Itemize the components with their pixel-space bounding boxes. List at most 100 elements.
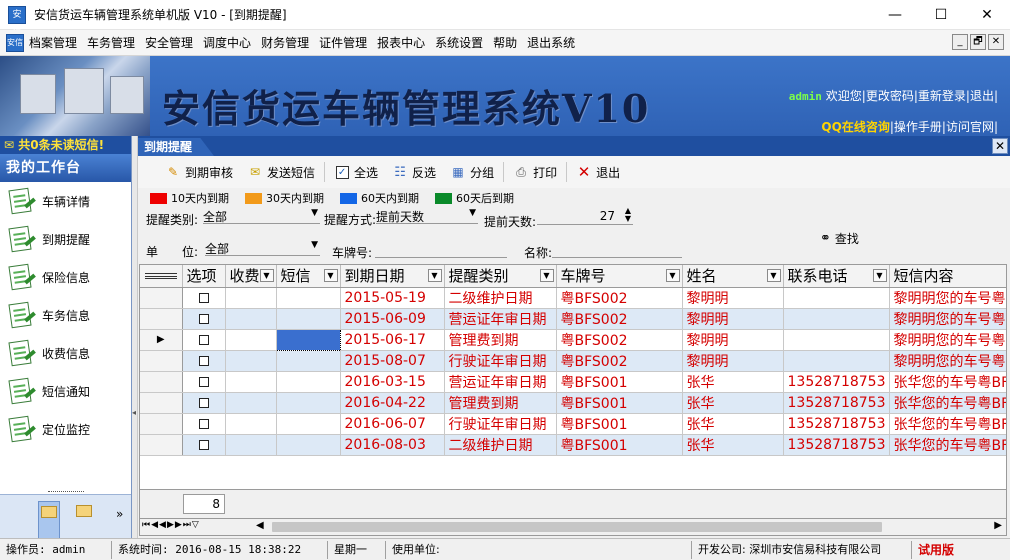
fee-cell[interactable] (225, 392, 277, 414)
plate-cell[interactable]: 粤BFS002 (556, 350, 683, 372)
filter-dropdown-icon[interactable]: ▼ (539, 269, 554, 282)
horizontal-scrollbar[interactable]: ◀ ▶ (256, 520, 1002, 534)
send-sms-button[interactable]: ✉ 发送短信 (240, 160, 322, 184)
sms-content-cell[interactable]: 黎明明您的车号粤 (889, 329, 1006, 351)
qq-consult-link[interactable]: QQ在线咨询 (821, 120, 889, 134)
record-navigation-buttons[interactable]: ⏮◀◀▶▶⏭▽ (142, 520, 200, 530)
mdi-restore-button[interactable]: 🗗 (970, 34, 986, 50)
reminder-type-cell[interactable]: 行驶证年审日期 (444, 413, 557, 435)
sms-content-cell[interactable]: 黎明明您的车号粤 (889, 287, 1006, 309)
collapse-arrow-icon[interactable]: ◂ (132, 408, 136, 417)
close-button[interactable]: ✕ (964, 0, 1010, 30)
nav-vehicle-affairs[interactable]: 车务信息 (0, 296, 131, 334)
filter-dropdown-icon[interactable]: ▼ (766, 269, 781, 282)
sms-content-cell[interactable]: 黎明明您的车号粤 (889, 308, 1006, 330)
phone-cell[interactable] (783, 287, 890, 309)
row-indicator[interactable] (140, 371, 183, 393)
column-header-phone[interactable]: 联系电话 ▼ (783, 265, 890, 288)
exit-button[interactable]: ✕ 退出 (569, 160, 627, 184)
menu-vehicle-affairs[interactable]: 车务管理 (82, 34, 140, 51)
plate-cell[interactable]: 粤BFS001 (556, 371, 683, 393)
sms-cell[interactable] (276, 371, 341, 393)
option-cell[interactable] (182, 392, 226, 414)
menu-help[interactable]: 帮助 (488, 34, 522, 51)
option-cell[interactable] (182, 371, 226, 393)
expiry-date-cell[interactable]: 2016-04-22 (340, 392, 445, 414)
sms-cell[interactable] (276, 392, 341, 414)
plate-cell[interactable]: 粤BFS002 (556, 308, 683, 330)
phone-cell[interactable]: 13528718753 (783, 371, 890, 393)
sms-cell[interactable] (276, 413, 341, 435)
column-header-reminder-type[interactable]: 提醒类别 ▼ (444, 265, 557, 288)
table-row[interactable]: 2016-06-07 行驶证年审日期 粤BFS001 张华 13528718753 张华您… (140, 413, 1006, 435)
minimize-button[interactable]: — (872, 0, 918, 30)
filter-dropdown-icon[interactable]: ▼ (323, 269, 338, 282)
name-cell[interactable]: 张华 (682, 413, 784, 435)
option-cell[interactable] (182, 287, 226, 309)
expiry-date-cell[interactable]: 2016-06-07 (340, 413, 445, 435)
plate-input[interactable] (375, 242, 507, 258)
unit-select[interactable]: 全部 ▼ (205, 240, 320, 256)
reminder-type-cell[interactable]: 营运证年审日期 (444, 308, 557, 330)
row-indicator[interactable]: ▶ (140, 329, 183, 351)
scroll-thumb[interactable] (272, 522, 882, 532)
row-indicator[interactable] (140, 434, 183, 456)
fee-cell[interactable] (225, 434, 277, 456)
reminder-type-select[interactable]: 全部 ▼ (203, 208, 320, 224)
table-row[interactable]: 2015-08-07 行驶证年审日期 粤BFS002 黎明明 黎明明您的车号粤 (140, 350, 1006, 372)
nav-insurance[interactable]: 保险信息 (0, 258, 131, 296)
plate-cell[interactable]: 粤BFS001 (556, 413, 683, 435)
sms-content-cell[interactable]: 张华您的车号粤BF (889, 392, 1006, 414)
name-input[interactable] (552, 242, 682, 258)
expiry-date-cell[interactable]: 2015-08-07 (340, 350, 445, 372)
sms-content-cell[interactable]: 张华您的车号粤BF (889, 371, 1006, 393)
filter-dropdown-icon[interactable]: ▼ (872, 269, 887, 282)
sms-cell[interactable] (276, 434, 341, 456)
column-header-fee[interactable]: 收费 ▼ (225, 265, 277, 288)
phone-cell[interactable]: 13528718753 (783, 434, 890, 456)
reminder-mode-select[interactable]: 提前天数 ▼ (376, 208, 478, 224)
row-indicator[interactable] (140, 350, 183, 372)
scroll-right-icon[interactable]: ▶ (994, 520, 1002, 531)
row-indicator[interactable] (140, 308, 183, 330)
search-button[interactable]: ⚭ 查找 (820, 230, 859, 247)
fee-cell[interactable] (225, 413, 277, 435)
row-checkbox[interactable] (198, 397, 209, 408)
table-row[interactable]: 2016-04-22 管理费到期 粤BFS001 张华 13528718753 张华您的车… (140, 392, 1006, 414)
row-indicator[interactable] (140, 392, 183, 414)
tab-close-button[interactable]: ✕ (992, 138, 1008, 154)
expiry-date-cell[interactable]: 2015-06-09 (340, 308, 445, 330)
folder-tab-other[interactable] (74, 501, 96, 521)
expiry-date-cell[interactable]: 2016-08-03 (340, 434, 445, 456)
table-row[interactable]: ▶ 2015-06-17 管理费到期 粤BFS002 黎明明 黎明明您的车号粤 (140, 328, 1006, 351)
plate-cell[interactable]: 粤BFS002 (556, 329, 683, 351)
menu-settings[interactable]: 系统设置 (430, 34, 488, 51)
filter-dropdown-icon[interactable]: ▼ (259, 269, 274, 282)
row-indicator-header[interactable] (140, 265, 183, 288)
change-password-link[interactable]: 更改密码 (866, 89, 914, 103)
row-checkbox[interactable] (198, 439, 209, 450)
scroll-left-icon[interactable]: ◀ (256, 520, 264, 531)
phone-cell[interactable] (783, 308, 890, 330)
row-checkbox[interactable] (198, 376, 209, 387)
reminder-type-cell[interactable]: 行驶证年审日期 (444, 350, 557, 372)
sms-cell[interactable] (276, 350, 341, 372)
name-cell[interactable]: 张华 (682, 434, 784, 456)
name-cell[interactable]: 黎明明 (682, 308, 784, 330)
print-button[interactable]: ⎙ 打印 (506, 160, 564, 184)
fee-cell[interactable] (225, 350, 277, 372)
nav-expiry-reminder[interactable]: 到期提醒 (0, 220, 131, 258)
menu-reports[interactable]: 报表中心 (372, 34, 430, 51)
menu-exit[interactable]: 退出系统 (522, 34, 580, 51)
advance-days-spinner[interactable]: 27 ▲ ▼ (537, 207, 633, 225)
fee-cell[interactable] (225, 329, 277, 351)
reminder-type-cell[interactable]: 二级维护日期 (444, 287, 557, 309)
option-cell[interactable] (182, 350, 226, 372)
fee-cell[interactable] (225, 371, 277, 393)
reminder-type-cell[interactable]: 营运证年审日期 (444, 371, 557, 393)
resize-grip[interactable] (48, 491, 84, 494)
maximize-button[interactable]: ☐ (918, 0, 964, 30)
logout-link[interactable]: 退出 (970, 89, 994, 103)
menu-finance[interactable]: 财务管理 (256, 34, 314, 51)
sms-content-cell[interactable]: 黎明明您的车号粤 (889, 350, 1006, 372)
